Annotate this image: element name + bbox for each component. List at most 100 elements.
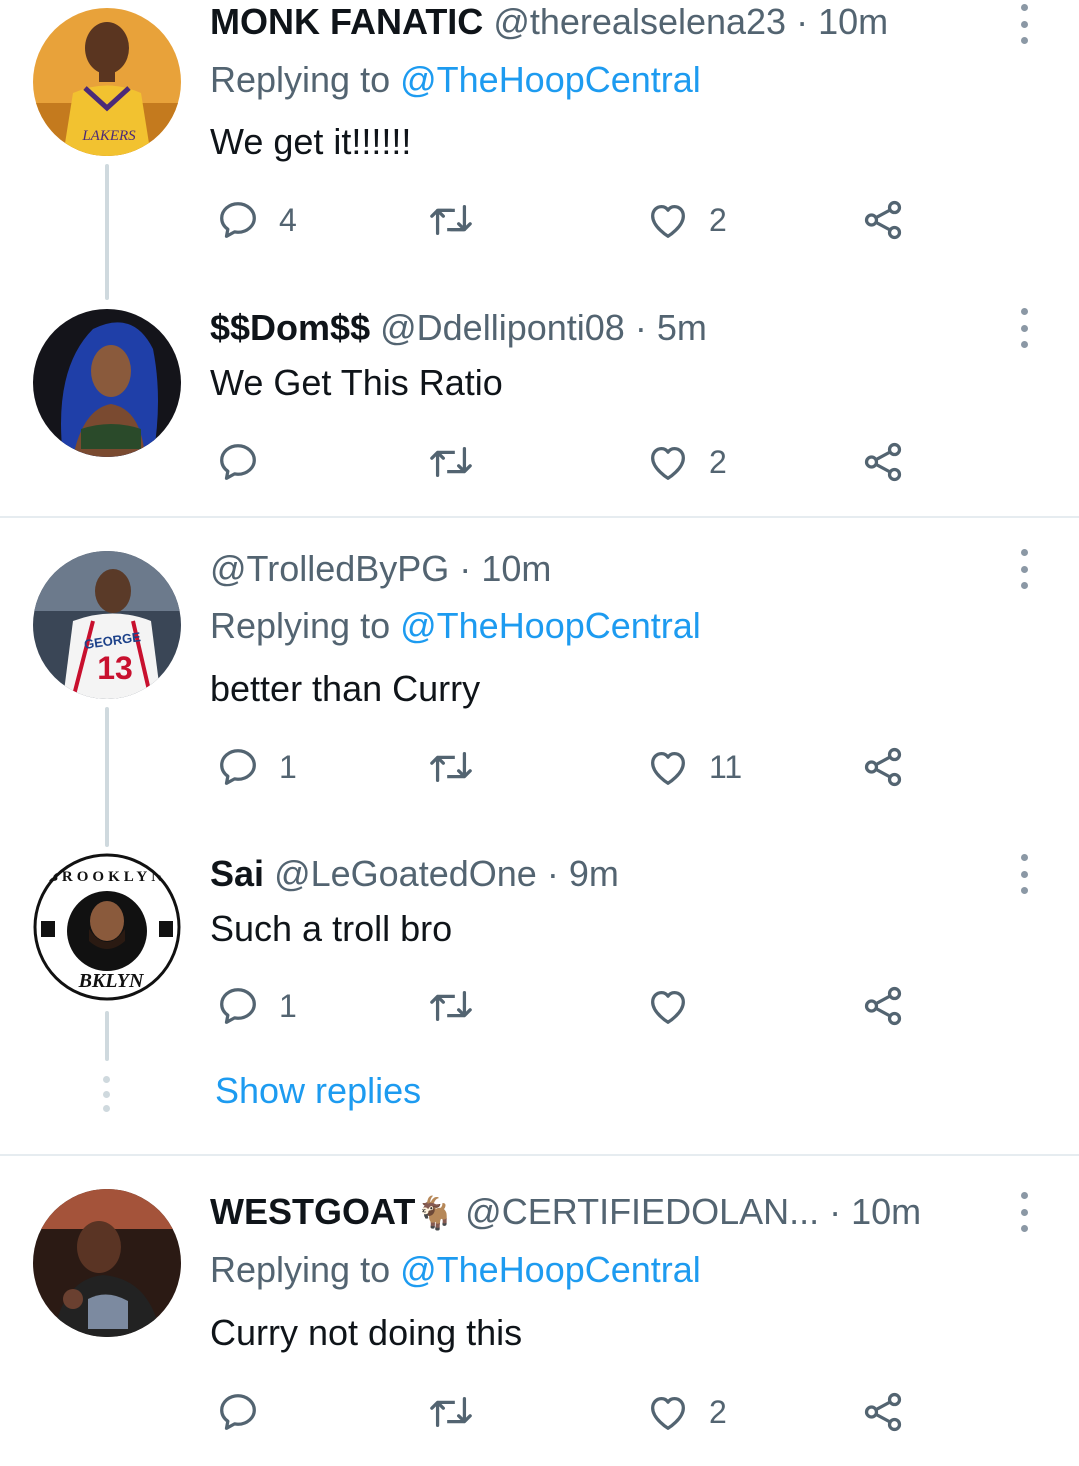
avatar-brand-sub: BKLYN: [78, 970, 145, 992]
share-icon: [864, 986, 902, 1026]
tweet-header: $$Dom$$ @Ddelliponti08 · 5m: [210, 308, 707, 348]
share-button[interactable]: [860, 437, 906, 487]
user-handle[interactable]: @Ddelliponti08: [380, 307, 625, 348]
replying-to-mention[interactable]: @TheHoopCentral: [400, 1249, 701, 1290]
display-name[interactable]: WESTGOAT: [210, 1191, 415, 1232]
tweet-header: Sai @LeGoatedOne · 9m: [210, 854, 619, 894]
show-replies-link[interactable]: Show replies: [215, 1070, 421, 1112]
share-button[interactable]: [860, 981, 906, 1031]
tweet-text: better than Curry: [210, 668, 481, 709]
avatar-image: GEORGE 13: [33, 551, 181, 699]
retweet-button[interactable]: [428, 981, 474, 1031]
separator: ·: [829, 1191, 842, 1232]
thread-connector: [105, 1011, 109, 1061]
user-handle[interactable]: @therealselena23: [493, 1, 786, 42]
retweet-icon: [430, 446, 472, 478]
thread-divider: [0, 516, 1079, 518]
share-icon: [864, 1392, 902, 1432]
display-name[interactable]: Sai: [210, 853, 264, 894]
more-options-icon[interactable]: [1010, 4, 1038, 44]
avatar[interactable]: GEORGE 13: [33, 551, 181, 699]
reply-count: 1: [279, 987, 297, 1024]
more-options-icon[interactable]: [1010, 854, 1038, 894]
avatar[interactable]: LAKERS: [33, 8, 181, 156]
display-name[interactable]: $$Dom$$: [210, 307, 370, 348]
like-button[interactable]: 11: [645, 742, 742, 792]
like-button[interactable]: 2: [645, 195, 727, 245]
retweet-button[interactable]: [428, 437, 474, 487]
tweet-actions: 4 2: [210, 195, 930, 245]
display-name[interactable]: MONK FANATIC: [210, 1, 483, 42]
share-icon: [864, 747, 902, 787]
replying-to-mention[interactable]: @TheHoopCentral: [400, 59, 701, 100]
timestamp[interactable]: 10m: [481, 548, 551, 589]
reply-count: 1: [279, 748, 297, 785]
tweet-header: @TrolledByPG · 10m: [210, 549, 551, 589]
tweet-text: Such a troll bro: [210, 908, 453, 949]
like-button[interactable]: 2: [645, 437, 727, 487]
more-options-icon[interactable]: [1010, 308, 1038, 348]
retweet-button[interactable]: [428, 195, 474, 245]
tweet-actions: 1: [210, 981, 930, 1031]
timestamp[interactable]: 10m: [851, 1191, 921, 1232]
thread-divider: [0, 1154, 1079, 1156]
retweet-button[interactable]: [428, 1387, 474, 1437]
share-button[interactable]: [860, 1387, 906, 1437]
more-options-icon[interactable]: [1010, 1192, 1038, 1232]
thread-continuation-dots: [101, 1076, 111, 1112]
avatar-image: BROOKLYN BKLYN: [33, 853, 181, 1001]
retweet-icon: [430, 204, 472, 236]
share-button[interactable]: [860, 195, 906, 245]
avatar[interactable]: BROOKLYN BKLYN: [33, 853, 181, 1001]
share-icon: [864, 442, 902, 482]
avatar[interactable]: [33, 309, 181, 457]
user-handle[interactable]: @CERTIFIEDOLAN...: [465, 1191, 819, 1232]
like-button[interactable]: 2: [645, 1387, 727, 1437]
separator: ·: [796, 1, 809, 42]
like-count: 11: [709, 748, 743, 785]
share-button[interactable]: [860, 742, 906, 792]
separator: ·: [634, 307, 647, 348]
retweet-button[interactable]: [428, 742, 474, 792]
avatar-jersey-number: 13: [97, 650, 133, 686]
reply-icon: [220, 749, 256, 785]
avatar[interactable]: [33, 1189, 181, 1337]
replying-to-label: Replying to: [210, 59, 401, 100]
reply-count: 4: [279, 201, 297, 238]
reply-button[interactable]: 1: [215, 981, 297, 1031]
heart-icon: [651, 990, 685, 1024]
tweet-actions: 2: [210, 1387, 930, 1437]
replying-to: Replying to @TheHoopCentral: [210, 60, 701, 100]
replying-to-mention[interactable]: @TheHoopCentral: [400, 605, 701, 646]
retweet-icon: [430, 990, 472, 1022]
like-count: 2: [709, 1393, 727, 1430]
reply-icon: [220, 1394, 256, 1430]
avatar-image: [33, 1189, 181, 1337]
like-button[interactable]: [645, 981, 709, 1031]
reply-icon: [220, 202, 256, 238]
heart-icon: [651, 204, 685, 238]
timestamp[interactable]: 10m: [818, 1, 888, 42]
retweet-icon: [430, 751, 472, 783]
thread-connector: [105, 164, 109, 300]
goat-emoji-icon: 🐐: [415, 1195, 456, 1231]
heart-icon: [651, 446, 685, 480]
timestamp[interactable]: 5m: [657, 307, 707, 348]
avatar-brand-text: BROOKLYN: [48, 869, 166, 885]
reply-button[interactable]: [215, 437, 279, 487]
tweet-text: We Get This Ratio: [210, 362, 503, 403]
retweet-icon: [430, 1396, 472, 1428]
more-options-icon[interactable]: [1010, 549, 1038, 589]
reply-button[interactable]: 1: [215, 742, 297, 792]
user-handle[interactable]: @LeGoatedOne: [274, 853, 537, 894]
separator: ·: [546, 853, 559, 894]
tweet-text: Curry not doing this: [210, 1312, 523, 1353]
separator: ·: [459, 548, 472, 589]
user-handle[interactable]: @TrolledByPG: [210, 548, 449, 589]
reply-button[interactable]: [215, 1387, 279, 1437]
timestamp[interactable]: 9m: [569, 853, 619, 894]
like-count: 2: [709, 443, 727, 480]
reply-button[interactable]: 4: [215, 195, 297, 245]
tweet-header: WESTGOAT🐐 @CERTIFIEDOLAN... · 10m: [210, 1192, 921, 1233]
replying-to: Replying to @TheHoopCentral: [210, 606, 701, 646]
